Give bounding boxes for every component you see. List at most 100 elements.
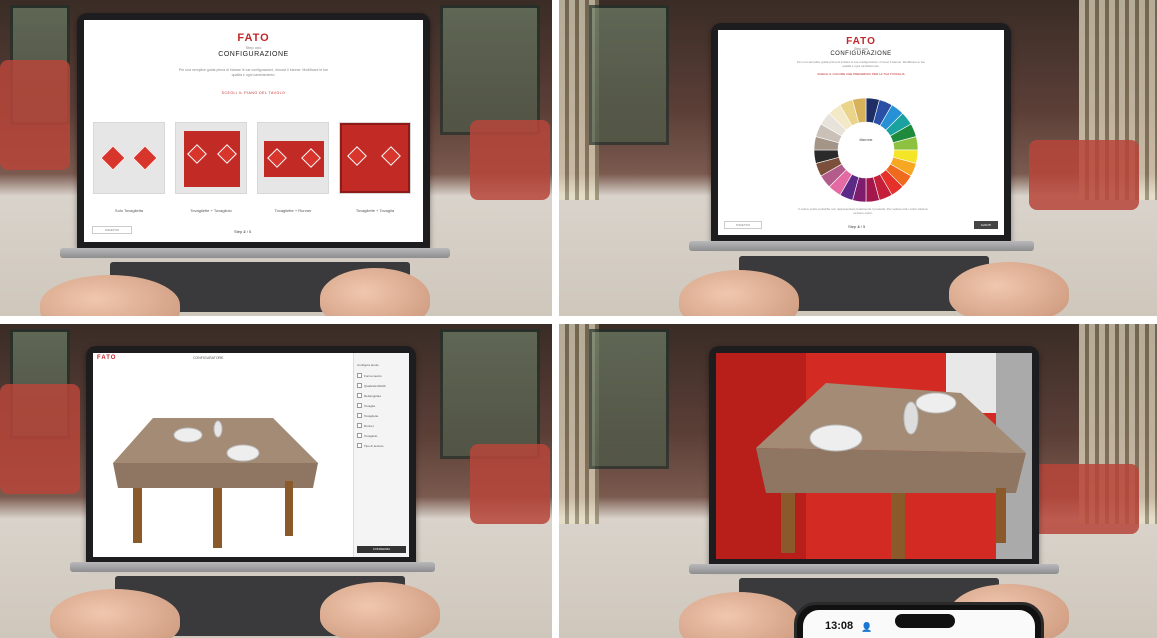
placemat-icon xyxy=(100,145,126,171)
laptop-screen: FATO CONFIGURATORE Configura tavolo Form… xyxy=(93,353,409,557)
sidebar-option[interactable]: Runner xyxy=(357,423,406,428)
table-leg xyxy=(891,493,905,559)
checkbox[interactable] xyxy=(357,443,362,448)
laptop-base xyxy=(70,562,435,572)
configurator-header: CONFIGURATORE xyxy=(193,356,224,360)
phone-screen: 13:08 👤 xyxy=(803,610,1035,638)
checkbox[interactable] xyxy=(357,403,362,408)
phone-time: 13:08 xyxy=(825,620,854,632)
pager-current: 2 xyxy=(243,229,246,234)
step-subtitle: Step uno xyxy=(245,45,262,50)
collage: FATO Step uno CONFIGURAZIONE Per una sem… xyxy=(0,0,1157,638)
checkbox[interactable] xyxy=(357,373,362,378)
glass xyxy=(213,420,223,438)
sidebar-option[interactable]: Tovagliolo xyxy=(357,433,406,438)
background-chair xyxy=(0,384,80,494)
sidebar-option-label: Rettangolare xyxy=(364,393,382,398)
sidebar-option-label: Tipo di tessuto xyxy=(364,443,384,448)
option-label: Tovagliette + Runner xyxy=(274,208,312,213)
background-window xyxy=(440,5,540,135)
smartphone: 13:08 👤 xyxy=(794,602,1044,638)
intro-text: Per una semplice guida prima di iniziare… xyxy=(178,68,329,77)
table-leg xyxy=(285,481,293,536)
background-chair xyxy=(470,444,550,524)
checkbox[interactable] xyxy=(357,393,362,398)
sidebar-option[interactable]: Tovagliette xyxy=(357,413,406,418)
checkbox[interactable] xyxy=(357,433,362,438)
config-sidebar: Configura tavolo Forme tavolo Quadrata 90… xyxy=(353,353,409,557)
pager: Step 2 / 5 xyxy=(234,229,251,234)
wheel-center-label: Marrone xyxy=(859,138,873,142)
ar-table-scene[interactable] xyxy=(716,353,1032,559)
option-card[interactable]: Tovagliette + Runner xyxy=(257,122,329,213)
pager-label: Step xyxy=(234,229,243,234)
3d-table-view[interactable] xyxy=(93,363,343,557)
sidebar-option-label: Tovagliette xyxy=(364,413,379,418)
pager-total: / 5 xyxy=(246,229,252,234)
sidebar-option[interactable]: Quadrata 90x90 xyxy=(357,383,406,388)
placemat-icon xyxy=(132,145,158,171)
background-window xyxy=(589,5,669,145)
pager-current: 4 xyxy=(857,224,860,229)
back-button[interactable]: INDIETRO xyxy=(724,221,762,229)
plate xyxy=(173,427,203,443)
hand xyxy=(949,262,1069,316)
panel-ar-view: 13:08 👤 xyxy=(559,324,1157,638)
hand xyxy=(320,582,440,638)
laptop: FATO CONFIGURATORE Configura tavolo Form… xyxy=(86,346,416,566)
table-leg xyxy=(996,488,1006,543)
table-leg xyxy=(781,493,795,553)
color-wheel[interactable] xyxy=(811,95,921,205)
option-card[interactable]: Tovagliette + Tovagliolo xyxy=(175,122,247,213)
option-card-selected[interactable]: Tovagliette + Tovaglia xyxy=(339,122,411,213)
next-button[interactable]: AVANTI xyxy=(974,221,998,229)
option-label: Tovagliette + Tovagliolo xyxy=(190,208,232,213)
tablecloth-drape xyxy=(756,448,1026,493)
sidebar-option[interactable]: Tovaglia xyxy=(357,403,406,408)
background-chair xyxy=(1029,140,1139,210)
sidebar-option[interactable]: Rettangolare xyxy=(357,393,406,398)
laptop xyxy=(709,346,1039,568)
laptop-base xyxy=(689,241,1034,251)
brand-logo: FATO xyxy=(97,355,117,361)
hand xyxy=(320,268,430,316)
plate xyxy=(915,392,957,414)
option-label: Tovagliette + Tovaglia xyxy=(355,208,395,213)
back-button[interactable]: INDIETRO xyxy=(92,226,132,234)
sidebar-option-label: Tovagliolo xyxy=(364,433,378,438)
page-title: CONFIGURAZIONE xyxy=(830,51,892,57)
panel-color-wheel: FATO Step uno CONFIGURAZIONE Per una sem… xyxy=(559,0,1157,316)
checkbox[interactable] xyxy=(357,383,362,388)
option-label: Solo Tovaglietta xyxy=(114,208,144,213)
sidebar-option[interactable]: Tipo di tessuto xyxy=(357,443,406,448)
section-label: SCEGLI IL PIANO DEL TAVOLO xyxy=(221,91,286,96)
panel-3d-configurator: FATO CONFIGURATORE Configura tavolo Form… xyxy=(0,324,552,638)
background-window xyxy=(589,329,669,469)
option-card[interactable]: Solo Tovaglietta xyxy=(93,122,165,213)
checkbox[interactable] xyxy=(357,413,362,418)
brand-logo: FATO xyxy=(237,32,270,44)
laptop-screen xyxy=(716,353,1032,559)
pager: Step 4 / 5 xyxy=(848,224,865,229)
checkbox[interactable] xyxy=(357,423,362,428)
pager-label: Step xyxy=(848,224,857,229)
pager-total: / 5 xyxy=(860,224,866,229)
background-chair xyxy=(1029,464,1139,534)
sidebar-option[interactable]: Forme tavolo xyxy=(357,373,406,378)
table-leg xyxy=(213,488,222,548)
user-icon: 👤 xyxy=(861,622,873,632)
table-leg xyxy=(133,488,142,543)
background-chair xyxy=(0,60,70,170)
laptop: FATO Step uno CONFIGURAZIONE Per una sem… xyxy=(711,23,1011,244)
laptop-screen: FATO Step uno CONFIGURAZIONE Per una sem… xyxy=(84,20,423,242)
page-title: CONFIGURAZIONE xyxy=(218,51,289,58)
options-row: Solo Tovaglietta Tovagliette + Tovagliol… xyxy=(93,122,414,213)
sidebar-option-label: Forme tavolo xyxy=(364,373,382,378)
intro-text: Per una semplice guida prima di iniziare… xyxy=(797,60,925,68)
confirm-button[interactable]: CONFERMA xyxy=(357,546,406,553)
glass xyxy=(903,401,919,435)
sidebar-option-label: Tovaglia xyxy=(364,403,376,408)
section-label: SCEGLI IL COLORE CHE PREFERISCI PER LA T… xyxy=(817,71,905,76)
laptop: FATO Step uno CONFIGURAZIONE Per una sem… xyxy=(77,13,430,251)
laptop-base xyxy=(60,248,450,258)
